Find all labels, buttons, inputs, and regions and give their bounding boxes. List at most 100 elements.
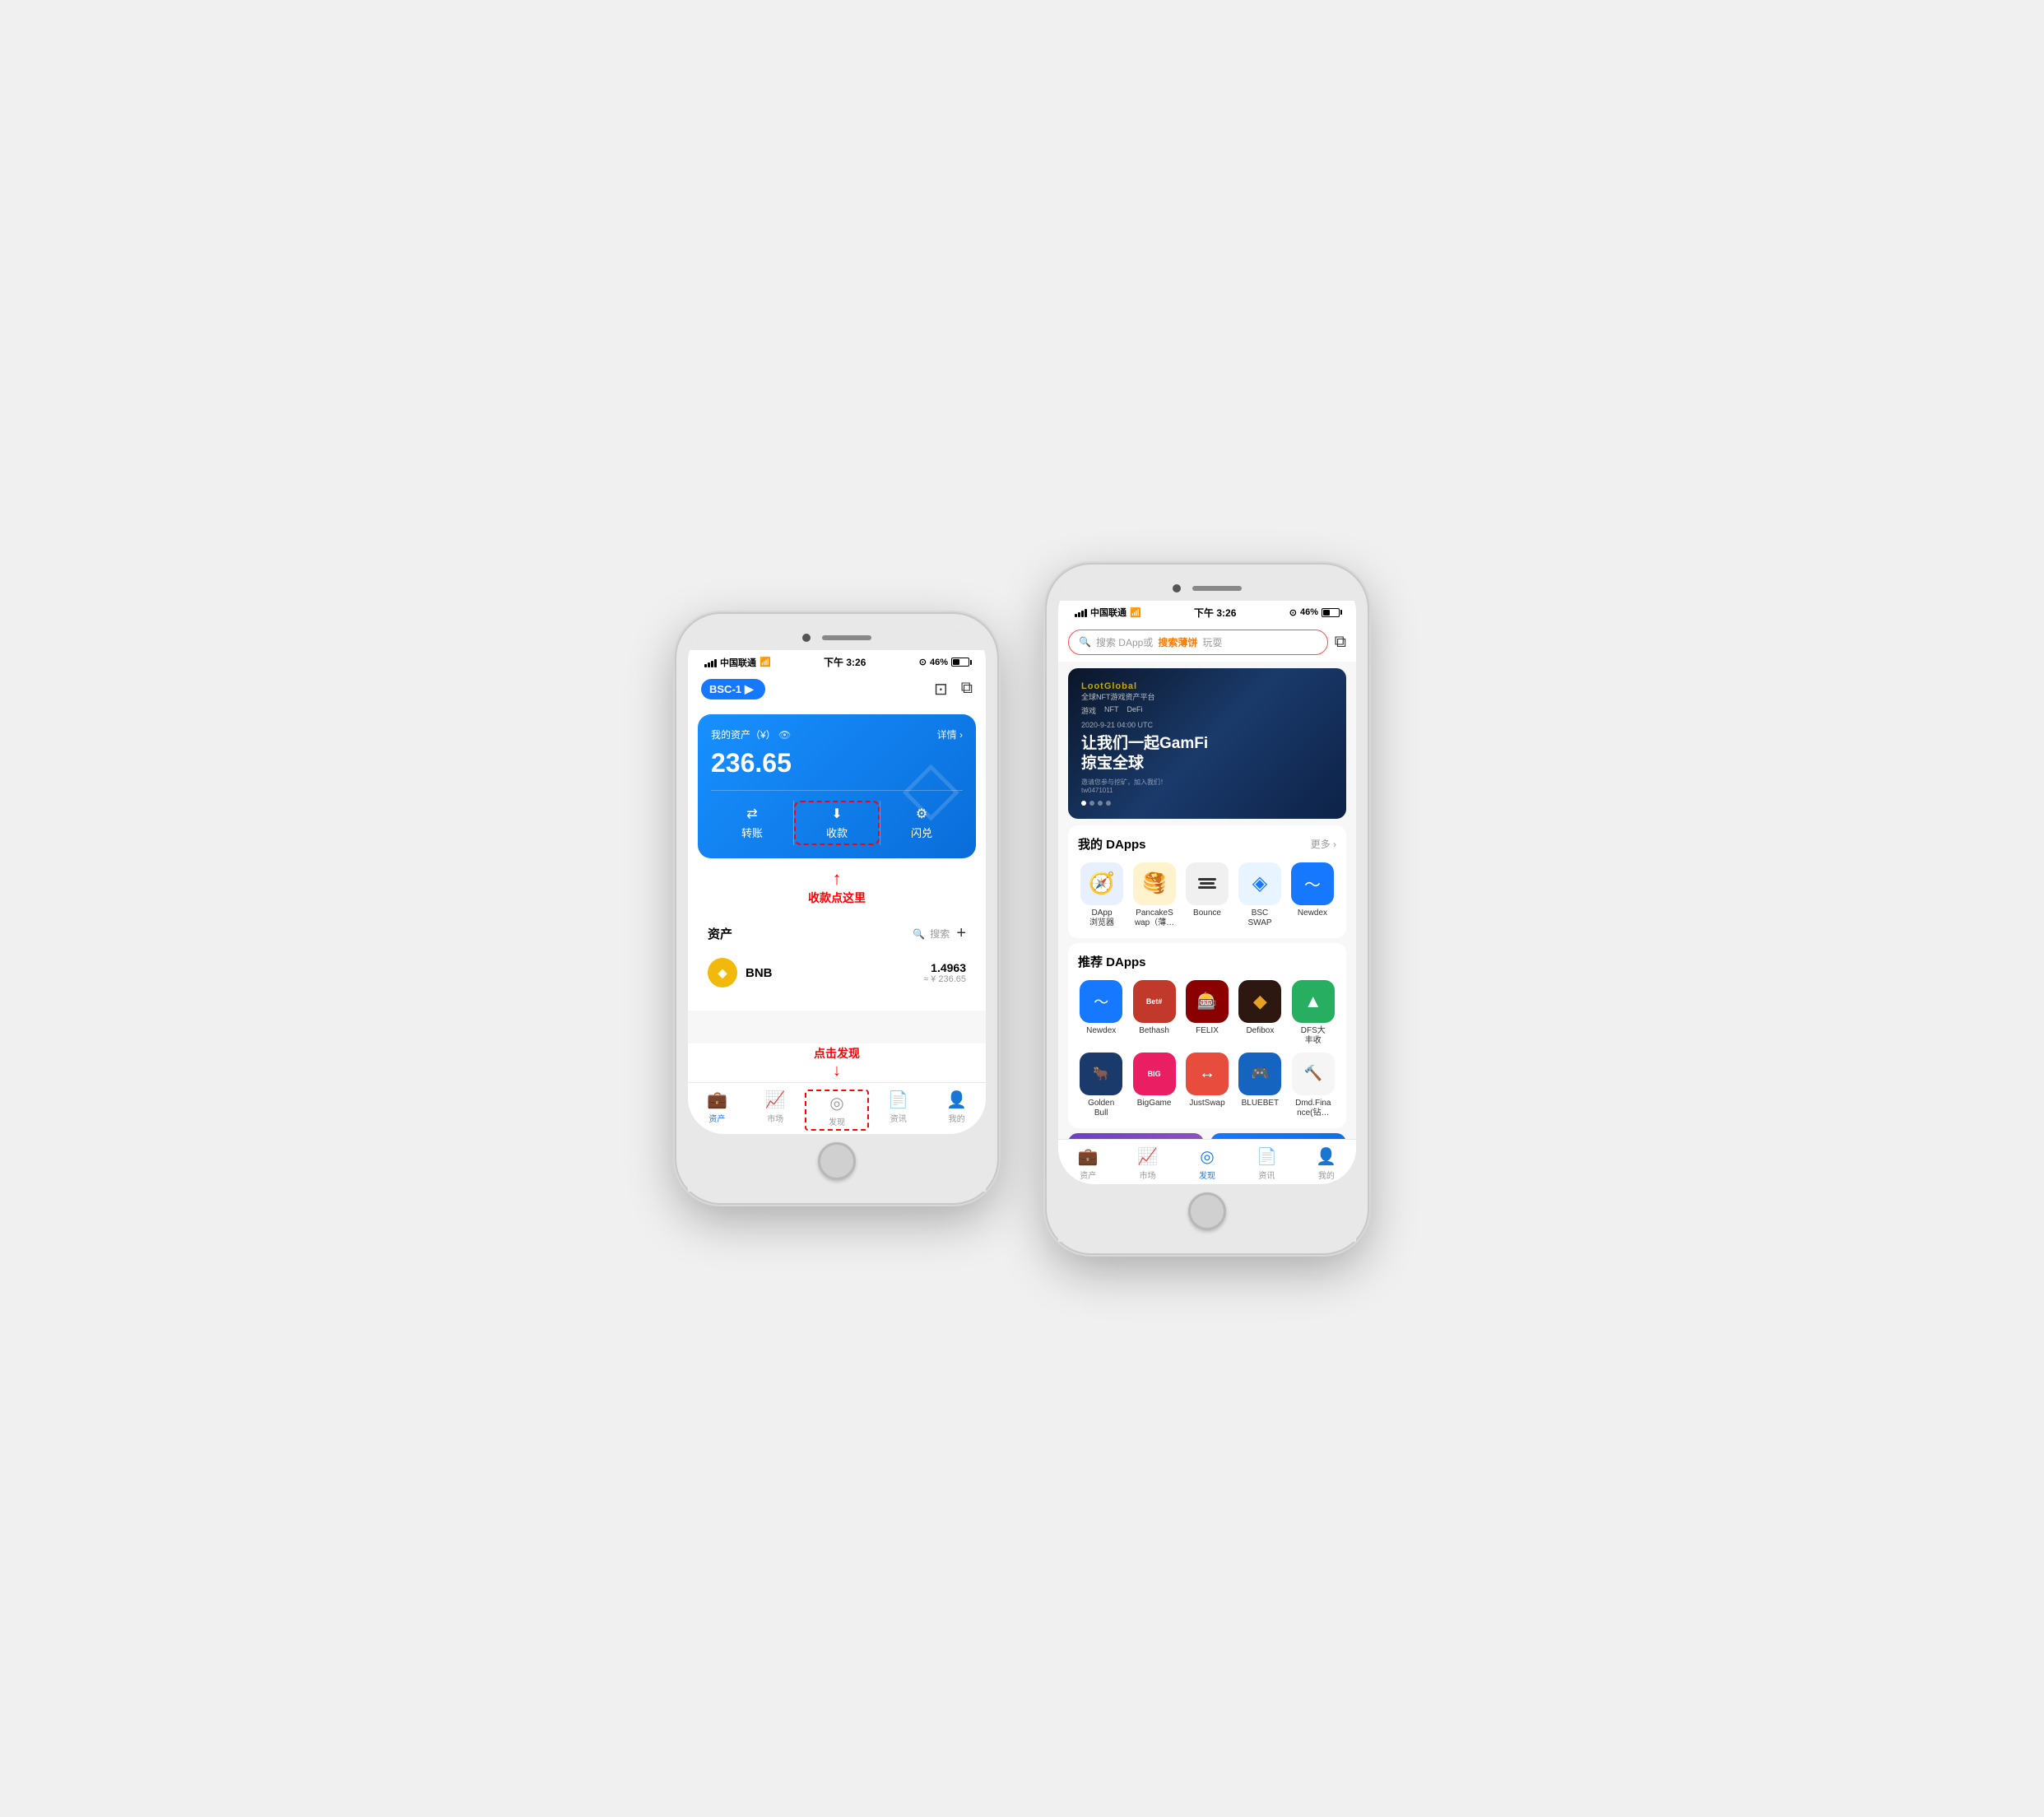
browser-icon: 🧭 [1089, 871, 1115, 896]
rec-icon-felix: 🎰 [1186, 980, 1229, 1023]
qr-icon[interactable]: ⧉ [961, 679, 973, 699]
rec-name-goldenbull: GoldenBull [1088, 1099, 1114, 1118]
flash-icon: ⚙ [916, 806, 927, 822]
p2-nav-news[interactable]: 📄 资讯 [1237, 1146, 1296, 1181]
asset-amount-bnb: 1.4963 [923, 961, 966, 974]
dapp-item-bounce[interactable]: Bounce [1183, 862, 1231, 928]
dot-3 [1098, 801, 1103, 806]
front-camera [802, 634, 811, 642]
banner-ref: 邀请您参与挖矿，加入我们！ [1081, 778, 1333, 787]
p2-nav-label-assets: 资产 [1080, 1169, 1096, 1181]
p2-nav-market[interactable]: 📈 市场 [1117, 1146, 1177, 1181]
uniswap-card[interactable]: 🦄 Uniswap DeFi牛币发动机 [1068, 1133, 1204, 1139]
phone2-speaker [1192, 586, 1242, 591]
nav-label-market: 市场 [767, 1112, 783, 1124]
nav-icon-profile: 👤 [946, 1090, 967, 1110]
rec-dmd[interactable]: 🔨 Dmd.Finance(钻… [1290, 1053, 1336, 1118]
rec-defibox-icon: ◆ [1253, 991, 1267, 1012]
bsc-badge[interactable]: BSC-1 ▶ [701, 679, 765, 699]
rec-bluebet-icon: 🎮 [1251, 1065, 1269, 1082]
banner-id: tw0471011 [1081, 787, 1333, 794]
p2-nav-icon-profile: 👤 [1316, 1146, 1336, 1167]
dapp-item-newdex[interactable]: 〜 Newdex [1289, 862, 1336, 928]
search-placeholder: 搜索 DApp或 [1096, 635, 1153, 649]
rec-felix-icon: 🎰 [1197, 991, 1218, 1011]
rec-bethash-icon: Bet# [1146, 997, 1163, 1006]
phone2-status-left: 中国联通 📶 [1075, 606, 1141, 619]
transfer-label: 转账 [741, 825, 763, 840]
transfer-button[interactable]: ⇄ 转账 [711, 801, 793, 845]
phone2-time-label: 下午 3:26 [1194, 606, 1236, 620]
nav-item-discover[interactable]: ◎ 发现 [805, 1090, 870, 1131]
rec-dfs[interactable]: ▲ DFS大丰收 [1290, 980, 1336, 1046]
nav-item-market[interactable]: 📈 市场 [746, 1090, 805, 1131]
nav-item-profile[interactable]: 👤 我的 [927, 1090, 986, 1131]
p2-nav-label-market: 市场 [1140, 1169, 1156, 1181]
p2-nav-profile[interactable]: 👤 我的 [1297, 1146, 1356, 1181]
dapp-item-bscswap[interactable]: ◈ BSCSWAP [1236, 862, 1284, 928]
add-asset-button[interactable]: + [956, 924, 966, 943]
p2-nav-label-discover: 发现 [1199, 1169, 1215, 1181]
dapp-icon-newdex: 〜 [1291, 862, 1334, 905]
search-icon: 🔍 [913, 928, 925, 940]
search-control[interactable]: 🔍 搜索 [913, 927, 950, 941]
nav-icon-discover: ◎ [829, 1093, 843, 1113]
scroll-content[interactable]: LootGlobal 全球NFT游戏资产平台 游戏 NFT DeFi 2020-… [1058, 662, 1356, 1139]
receive-button[interactable]: ⬇ 收款 [794, 801, 880, 845]
dapp-item-pancake[interactable]: 🥞 PancakeSwap（薄… [1131, 862, 1178, 928]
p2-nav-discover[interactable]: ◎ 发现 [1178, 1146, 1237, 1181]
p2-nav-assets[interactable]: 💼 资产 [1058, 1146, 1117, 1181]
banner-main: 让我们一起GamFi 掠宝全球 [1081, 734, 1333, 774]
rec-icon-justswap: ↔ [1186, 1053, 1229, 1095]
annotation-arrow-down: ↓ [833, 1062, 841, 1080]
p2-nav-label-news: 资讯 [1258, 1169, 1275, 1181]
annotation-text-discover: 点击发现 [693, 1045, 981, 1062]
p2-nav-label-profile: 我的 [1318, 1169, 1335, 1181]
battery-icon [951, 658, 969, 667]
banner-tag-defi: DeFi [1127, 705, 1143, 716]
rec-name-newdex: Newdex [1086, 1026, 1116, 1036]
rec-name-dmd: Dmd.Finance(钻… [1295, 1099, 1331, 1118]
asset-row-bnb[interactable]: ◈ BNB 1.4963 ≈ ¥ 236.65 [708, 951, 966, 994]
rec-justswap[interactable]: ↔ JustSwap [1184, 1053, 1230, 1118]
asset-card: ◇ 我的资产（¥） 👁 详情 › 236.65 ⇄ 转账 [698, 714, 976, 858]
flash-button[interactable]: ⚙ 闪兑 [880, 801, 963, 845]
rec-newdex[interactable]: 〜 Newdex [1078, 980, 1124, 1046]
asset-card-top: 我的资产（¥） 👁 详情 › [711, 727, 963, 741]
promo-banner[interactable]: LootGlobal 全球NFT游戏资产平台 游戏 NFT DeFi 2020-… [1068, 668, 1346, 819]
rec-goldenbull[interactable]: 🐂 GoldenBull [1078, 1053, 1124, 1118]
rec-bluebet[interactable]: 🎮 BLUEBET [1237, 1053, 1283, 1118]
dapp-item-browser[interactable]: 🧭 DApp浏览器 [1078, 862, 1126, 928]
carrier-label: 中国联通 [720, 656, 756, 669]
my-dapps-more[interactable]: 更多 › [1311, 837, 1336, 851]
dot-1 [1081, 801, 1086, 806]
status-left: 中国联通 📶 [704, 656, 771, 669]
nav-item-news[interactable]: 📄 资讯 [869, 1090, 927, 1131]
p2-home-button[interactable] [1188, 1192, 1226, 1230]
search-bar[interactable]: 🔍 搜索 DApp或 搜索薄饼 玩耍 [1068, 630, 1328, 655]
asset-detail[interactable]: 详情 › [937, 727, 963, 741]
dapp-icon-bscswap: ◈ [1238, 862, 1281, 905]
scan-icon[interactable]: ⊡ [934, 679, 948, 699]
p2-nav-icon-assets: 💼 [1078, 1146, 1099, 1167]
recommended-title: 推荐 DApps [1078, 953, 1146, 970]
p2-nav-icon-discover: ◎ [1200, 1146, 1214, 1167]
home-button[interactable] [818, 1142, 856, 1180]
rec-icon-bluebet: 🎮 [1238, 1053, 1281, 1095]
banner-logo: LootGlobal [1081, 681, 1333, 691]
nav-item-assets[interactable]: 💼 资产 [688, 1090, 746, 1131]
bounce-bar1 [1198, 878, 1216, 881]
banner-subtitle: 全球NFT游戏资产平台 [1081, 691, 1333, 702]
search-highlight: 搜索薄饼 [1158, 635, 1197, 649]
p2-qr-icon[interactable]: ⧉ [1335, 633, 1346, 652]
rec-biggame[interactable]: BIG BigGame [1131, 1053, 1177, 1118]
defi-card[interactable]: 🎓 DeFi课堂 汇聚全网最火DeFi教程 [1210, 1133, 1346, 1139]
dapp-icon-bounce [1186, 862, 1229, 905]
pancake-icon: 🥞 [1142, 871, 1167, 895]
assets-header: 资产 🔍 搜索 + [708, 924, 966, 943]
eye-icon[interactable]: 👁 [778, 729, 791, 741]
rec-bethash[interactable]: Bet# Bethash [1131, 980, 1177, 1046]
bottom-promo-cards: 🦄 Uniswap DeFi牛币发动机 🎓 DeFi课堂 汇聚全网最火DeFi教… [1068, 1133, 1346, 1139]
rec-defibox[interactable]: ◆ Defibox [1237, 980, 1283, 1046]
rec-felix[interactable]: 🎰 FELIX [1184, 980, 1230, 1046]
